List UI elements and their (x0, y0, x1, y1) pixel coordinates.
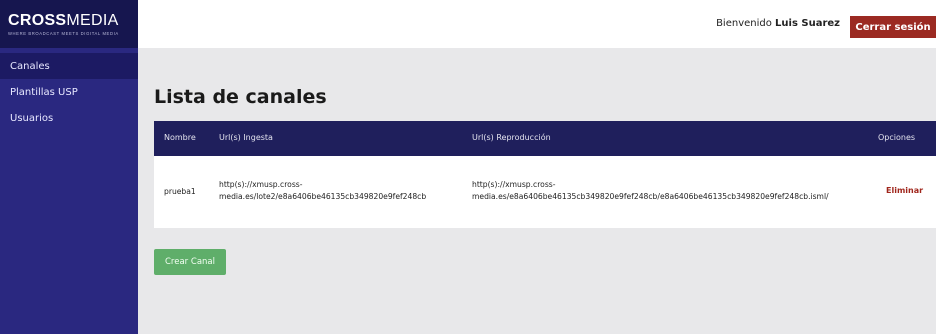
brand-name-light: MEDIA (66, 11, 119, 29)
sidebar-item-plantillas-usp[interactable]: Plantillas USP (0, 79, 138, 105)
column-header-ingesta: Url(s) Ingesta (219, 133, 273, 142)
column-header-opciones: Opciones (878, 133, 916, 142)
welcome-prefix: Bienvenido (716, 18, 772, 29)
sidebar-item-label: Canales (10, 60, 50, 72)
logout-button[interactable]: Cerrar sesión (850, 16, 936, 38)
sidebar-item-canales[interactable]: Canales (0, 53, 138, 79)
page-title: Lista de canales (154, 86, 327, 108)
playback-url-line: http(s)://xmusp.cross- (472, 180, 556, 189)
column-header-nombre: Nombre (164, 133, 196, 142)
sidebar: CROSSMEDIA WHERE BROADCAST MEETS DIGITAL… (0, 0, 138, 334)
welcome-message: Bienvenido Luis Suarez (716, 18, 840, 29)
delete-link[interactable]: Eliminar (886, 186, 923, 195)
create-channel-button[interactable]: Crear Canal (154, 249, 226, 275)
brand-name: CROSSMEDIA (8, 11, 138, 29)
sidebar-nav: Canales Plantillas USP Usuarios (0, 48, 138, 131)
channel-name: prueba1 (164, 187, 196, 196)
playback-url-line: media.es/e8a6406be46135cb349820e9fef248c… (472, 192, 829, 201)
sidebar-item-label: Usuarios (10, 112, 54, 124)
ingest-url-line: http(s)://xmusp.cross- (219, 180, 303, 189)
sidebar-item-usuarios[interactable]: Usuarios (0, 105, 138, 131)
sidebar-item-label: Plantillas USP (10, 86, 78, 98)
top-bar: Bienvenido Luis Suarez Cerrar sesión (138, 0, 936, 48)
table-header: Nombre Url(s) Ingesta Url(s) Reproducció… (154, 121, 936, 156)
brand-logo[interactable]: CROSSMEDIA WHERE BROADCAST MEETS DIGITAL… (0, 0, 138, 48)
brand-tagline: WHERE BROADCAST MEETS DIGITAL MEDIA (8, 30, 119, 36)
column-header-reproduccion: Url(s) Reproducción (472, 133, 551, 142)
brand-name-bold: CROSS (8, 11, 67, 29)
playback-url: http(s)://xmusp.cross- media.es/e8a6406b… (472, 179, 829, 203)
table-row: prueba1 http(s)://xmusp.cross- media.es/… (154, 156, 936, 228)
ingest-url: http(s)://xmusp.cross- media.es/lote2/e8… (219, 179, 426, 203)
user-name: Luis Suarez (775, 18, 840, 29)
channels-table: Nombre Url(s) Ingesta Url(s) Reproducció… (154, 121, 936, 228)
ingest-url-line: media.es/lote2/e8a6406be46135cb349820e9f… (219, 192, 427, 201)
